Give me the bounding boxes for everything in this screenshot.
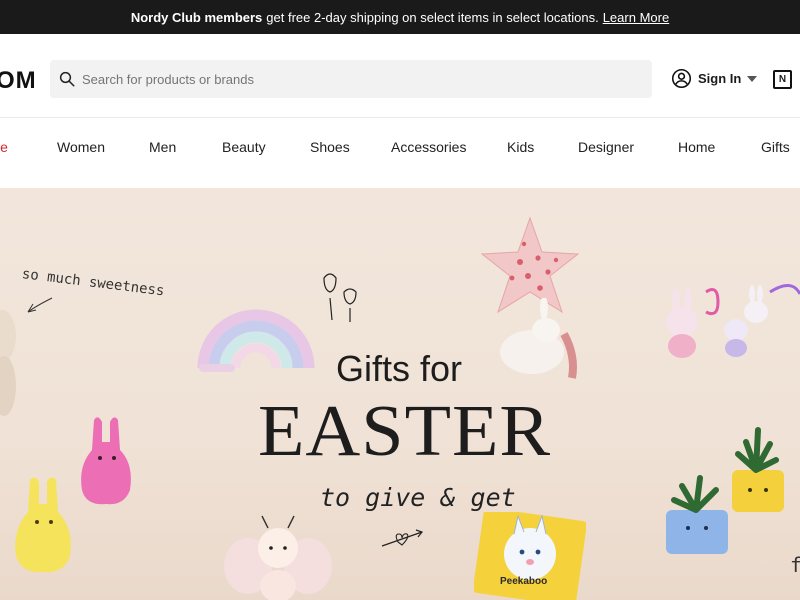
hero-tagline: to give & get	[320, 483, 516, 512]
search-input[interactable]	[82, 71, 622, 87]
nav-item-beauty[interactable]: Beauty	[222, 139, 266, 155]
nav-item-gifts[interactable]: Gifts	[761, 139, 790, 155]
white-bunny-plush-image	[500, 298, 577, 379]
promo-text: get free 2-day shipping on select items …	[266, 9, 599, 25]
user-icon	[671, 68, 692, 89]
sweetness-note: so much sweetness	[21, 266, 166, 300]
promo-bold-text: Nordy Club members	[130, 9, 263, 25]
promo-banner: Nordy Club members get free 2-day shippi…	[0, 0, 800, 34]
tulip-doodle	[323, 273, 357, 322]
heart-arrow-doodle	[381, 529, 424, 547]
rainbow-bag-image	[197, 309, 315, 372]
butterfly-plush-image	[224, 515, 332, 600]
bunny-plush-image	[0, 310, 16, 416]
nav-item-accessories[interactable]: Accessories	[391, 139, 466, 155]
package-label: Peekaboo	[500, 576, 548, 587]
bag-label: N	[778, 74, 787, 85]
learn-more-link[interactable]: Learn More	[603, 10, 669, 25]
site-logo[interactable]: OM	[0, 67, 37, 95]
nav-item-women[interactable]: Women	[57, 139, 105, 155]
nav-item-shoes[interactable]: Shoes	[310, 139, 350, 155]
nav-item-kids[interactable]: Kids	[507, 139, 534, 155]
yellow-bunny-toy-image	[15, 477, 71, 573]
main-nav: le Women Men Beauty Shoes Accessories Ki…	[0, 118, 800, 188]
nav-item-sale[interactable]: le	[0, 139, 8, 155]
pink-bunny-toy-image	[81, 417, 131, 505]
chevron-down-icon	[747, 75, 758, 82]
nav-item-home[interactable]: Home	[678, 139, 715, 155]
nav-item-men[interactable]: Men	[149, 139, 176, 155]
hero-title: EASTER	[258, 390, 552, 472]
arrow-doodle	[27, 297, 53, 313]
site-header: OM Sign In N	[0, 34, 800, 118]
sign-in-button[interactable]: Sign In	[671, 68, 758, 89]
bunny-keychains-image	[666, 284, 800, 358]
search-bar[interactable]	[50, 60, 652, 98]
search-icon	[59, 71, 75, 87]
hero-edge-text: fi	[790, 553, 800, 577]
potted-plants-image	[666, 427, 784, 554]
sign-in-label: Sign In	[698, 71, 742, 86]
hero-subtitle: Gifts for	[336, 348, 463, 389]
nav-item-designer[interactable]: Designer	[578, 139, 634, 155]
shopping-bag-icon[interactable]: N	[773, 70, 792, 89]
easter-hero-banner[interactable]: so much sweetness Gifts for EASTER to gi…	[0, 188, 800, 600]
